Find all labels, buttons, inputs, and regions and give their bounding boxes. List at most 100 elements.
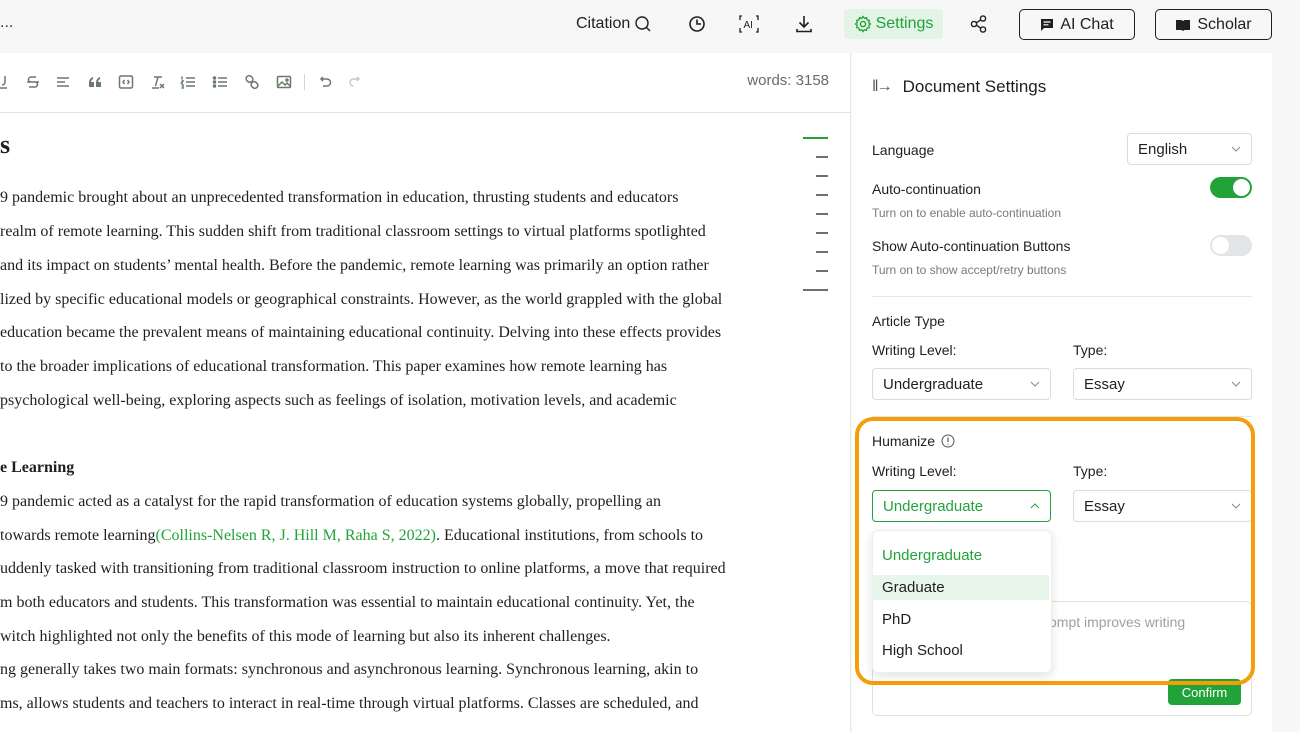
text-fragment: towards remote learning [0, 527, 156, 544]
undo-button[interactable] [316, 73, 334, 91]
chevron-up-icon [1030, 503, 1040, 509]
citation-link[interactable]: (Collins-Nelsen R, J. Hill M, Raha S, 20… [156, 527, 436, 544]
scholar-button[interactable]: Scholar [1155, 9, 1272, 40]
document-title[interactable]: ... [0, 14, 13, 32]
strikethrough-button[interactable] [24, 73, 42, 91]
language-value: English [1138, 140, 1188, 158]
editor-pane: words: 3158 s 9 pandemic brought about a… [0, 53, 851, 732]
paragraph-line: and its impact on students’ mental healt… [0, 257, 709, 274]
paragraph-line: ms, allows students and teachers to inte… [0, 695, 699, 712]
collapse-panel-icon[interactable]: ‖→ [872, 78, 893, 96]
link-button[interactable] [243, 73, 261, 91]
ai-scan-icon: AI [739, 15, 759, 33]
humanize-writing-level-value: Undergraduate [883, 497, 984, 515]
outline-mark[interactable] [816, 232, 828, 234]
humanize-type-label: Type: [1073, 463, 1108, 479]
humanize-heading: Humanize [872, 433, 955, 449]
quote-button[interactable] [86, 73, 104, 91]
paragraph-line: uddenly tasked with transitioning from t… [0, 560, 726, 577]
humanize-writing-level-select[interactable]: Undergraduate [872, 490, 1051, 522]
underline-icon [0, 76, 7, 89]
article-writing-level-value: Undergraduate [883, 375, 984, 393]
toggle-knob [1212, 237, 1229, 254]
code-block-button[interactable] [117, 73, 135, 91]
dropdown-option-phd[interactable]: PhD [873, 607, 1049, 632]
align-button[interactable] [54, 73, 72, 91]
image-button[interactable] [275, 73, 293, 91]
outline-mark[interactable] [816, 194, 828, 196]
paragraph-line: 9 pandemic brought about an unprecedente… [0, 189, 679, 206]
article-writing-level-label: Writing Level: [872, 342, 957, 358]
citation-button[interactable]: Citation [576, 9, 652, 39]
humanize-type-select[interactable]: Essay [1073, 490, 1252, 522]
article-type-select[interactable]: Essay [1073, 368, 1252, 400]
bullet-list-icon [212, 76, 227, 88]
settings-label: Settings [875, 15, 934, 32]
clear-format-button[interactable] [149, 73, 167, 91]
dropdown-option-graduate[interactable]: Graduate [873, 575, 1049, 600]
align-icon [57, 77, 69, 87]
underline-button[interactable] [0, 73, 14, 91]
outline-mark[interactable] [803, 289, 828, 291]
citation-label: Citation [576, 15, 631, 32]
history-button[interactable] [682, 9, 712, 39]
outline-mark-active[interactable] [803, 137, 828, 139]
show-buttons-toggle[interactable] [1210, 235, 1252, 256]
article-type-field-label: Type: [1073, 342, 1108, 358]
book-icon [1176, 19, 1191, 31]
confirm-button[interactable]: Confirm [1168, 679, 1241, 705]
clock-icon [689, 16, 705, 32]
paragraph-line: towards remote learning(Collins-Nelsen R… [0, 527, 703, 545]
undo-icon [319, 76, 332, 87]
panel-title: Document Settings [902, 77, 1047, 96]
svg-text:AI: AI [744, 20, 753, 31]
chevron-down-icon [1030, 381, 1040, 387]
ordered-list-button[interactable] [179, 73, 197, 91]
outline-mark[interactable] [816, 213, 828, 215]
share-icon [970, 15, 987, 33]
settings-button[interactable]: Settings [844, 9, 943, 39]
download-icon [796, 16, 812, 33]
language-label: Language [872, 142, 935, 158]
paragraph-line: to the broader implications of education… [0, 358, 668, 375]
bullet-list-button[interactable] [211, 73, 229, 91]
ai-chat-button[interactable]: AI Chat [1019, 9, 1135, 40]
image-icon [276, 75, 292, 89]
autocontinuation-description: Turn on to enable auto-continuation [872, 206, 1062, 220]
prompt-placeholder: ompt improves writing [1049, 614, 1186, 630]
scholar-label: Scholar [1197, 15, 1252, 33]
writing-level-dropdown: Undergraduate Graduate PhD High School [872, 530, 1052, 673]
language-select[interactable]: English [1127, 133, 1252, 165]
paragraph-line: lized by specific educational models or … [0, 291, 723, 308]
redo-icon [349, 76, 361, 87]
download-button[interactable] [789, 9, 819, 39]
top-bar: ... Citation AI Settings AI Chat Scholar [0, 0, 1300, 53]
outline-mark[interactable] [816, 270, 828, 272]
redo-button[interactable] [346, 73, 364, 91]
paragraph-line: witch highlighted not only the benefits … [0, 628, 611, 645]
paragraph-line: 9 pandemic acted as a catalyst for the r… [0, 493, 661, 510]
autocontinuation-label: Auto-continuation [872, 181, 981, 197]
dropdown-option-high-school[interactable]: High School [873, 638, 1049, 663]
ai-detect-button[interactable]: AI [734, 9, 764, 39]
autocontinuation-toggle[interactable] [1210, 177, 1252, 198]
paragraph-line: ng generally takes two main formats: syn… [0, 661, 699, 678]
outline-mark[interactable] [816, 156, 828, 158]
humanize-writing-level-label: Writing Level: [872, 463, 957, 479]
toggle-knob [1233, 179, 1250, 196]
outline-mark[interactable] [816, 175, 828, 177]
show-buttons-description: Turn on to show accept/retry buttons [872, 263, 1067, 277]
dropdown-option-undergraduate[interactable]: Undergraduate [873, 543, 1049, 568]
strikethrough-icon [27, 76, 39, 88]
info-icon[interactable] [941, 434, 955, 448]
article-type-label: Article Type [872, 313, 945, 329]
share-button[interactable] [964, 9, 994, 39]
show-buttons-label: Show Auto-continuation Buttons [872, 238, 1071, 254]
article-writing-level-select[interactable]: Undergraduate [872, 368, 1051, 400]
article-type-value: Essay [1084, 375, 1125, 393]
chevron-down-icon [1231, 146, 1241, 152]
paragraph-line: m both educators and students. This tran… [0, 594, 695, 611]
gear-icon [854, 15, 872, 33]
divider [872, 416, 1252, 417]
outline-mark[interactable] [816, 251, 828, 253]
